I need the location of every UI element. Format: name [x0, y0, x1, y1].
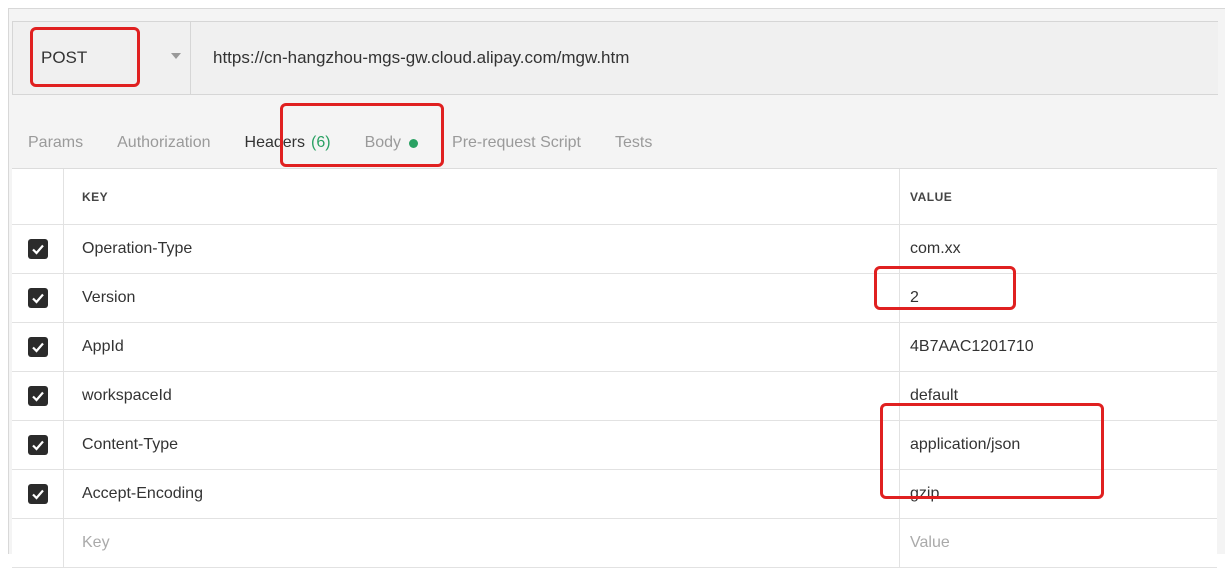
header-check-cell	[12, 169, 64, 224]
header-value-field[interactable]: com.xx	[900, 225, 1217, 273]
header-value-field[interactable]: 2	[900, 274, 1217, 322]
header-value-field[interactable]: default	[900, 372, 1217, 420]
tab-pre-request-script-label: Pre-request Script	[452, 134, 581, 151]
tab-body[interactable]: Body	[364, 134, 419, 152]
method-select[interactable]: POST	[13, 22, 191, 94]
tab-pre-request-script[interactable]: Pre-request Script	[452, 134, 581, 152]
tab-authorization-label: Authorization	[117, 134, 211, 151]
row-check-cell	[12, 274, 64, 322]
body-status-dot-icon	[409, 138, 419, 148]
new-value-input[interactable]: Value	[900, 519, 1217, 567]
table-row: AppId 4B7AAC1201710	[12, 323, 1217, 372]
header-key-field[interactable]: Version	[64, 274, 900, 322]
row-check-cell	[12, 323, 64, 371]
tab-headers-label: Headers	[244, 134, 305, 151]
headers-table: KEY VALUE Operation-Type com.xx Version …	[12, 168, 1217, 568]
row-check-cell	[12, 421, 64, 469]
method-label: POST	[41, 48, 88, 67]
table-row: Accept-Encoding gzip	[12, 470, 1217, 519]
header-key-field[interactable]: AppId	[64, 323, 900, 371]
row-check-cell	[12, 372, 64, 420]
header-value-field[interactable]: gzip	[900, 470, 1217, 518]
tab-body-label: Body	[364, 134, 402, 151]
checkmark-icon	[31, 342, 44, 353]
header-key-field[interactable]: Accept-Encoding	[64, 470, 900, 518]
new-key-input[interactable]: Key	[64, 519, 900, 567]
tab-authorization[interactable]: Authorization	[117, 134, 210, 152]
checkmark-icon	[31, 489, 44, 500]
row-check-cell	[12, 519, 64, 567]
table-header-row: KEY VALUE	[12, 169, 1217, 225]
row-checkbox[interactable]	[27, 239, 48, 259]
checkmark-icon	[31, 391, 44, 402]
tab-headers[interactable]: Headers (6)	[245, 134, 331, 152]
table-row: Version 2	[12, 274, 1217, 323]
url-input[interactable]: https://cn-hangzhou-mgs-gw.cloud.alipay.…	[191, 48, 629, 68]
row-checkbox[interactable]	[27, 288, 48, 308]
chevron-down-icon[interactable]	[171, 53, 181, 59]
table-row: Operation-Type com.xx	[12, 225, 1217, 274]
headers-count-badge: (6)	[311, 134, 331, 151]
table-row: Content-Type application/json	[12, 421, 1217, 470]
header-key-field[interactable]: workspaceId	[64, 372, 900, 420]
row-checkbox[interactable]	[27, 337, 48, 357]
header-value-field[interactable]: 4B7AAC1201710	[900, 323, 1217, 371]
tab-tests[interactable]: Tests	[615, 134, 652, 152]
new-header-row: Key Value	[12, 519, 1217, 568]
header-key-field[interactable]: Operation-Type	[64, 225, 900, 273]
table-row: workspaceId default	[12, 372, 1217, 421]
header-value-field[interactable]: application/json	[900, 421, 1217, 469]
checkmark-icon	[31, 440, 44, 451]
tab-tests-label: Tests	[614, 134, 653, 151]
row-check-cell	[12, 470, 64, 518]
row-checkbox[interactable]	[27, 386, 48, 406]
tab-params-label: Params	[28, 134, 84, 151]
row-check-cell	[12, 225, 64, 273]
checkmark-icon	[31, 293, 44, 304]
row-checkbox[interactable]	[27, 484, 48, 504]
checkmark-icon	[31, 244, 44, 255]
column-header-key: KEY	[64, 169, 900, 224]
header-key-field[interactable]: Content-Type	[64, 421, 900, 469]
request-tabs: Params Authorization Headers (6) Body Pr…	[28, 120, 686, 166]
request-url-bar: POST https://cn-hangzhou-mgs-gw.cloud.al…	[12, 21, 1218, 95]
row-checkbox[interactable]	[27, 435, 48, 455]
column-header-value: VALUE	[910, 189, 953, 204]
tab-params[interactable]: Params	[28, 134, 83, 152]
